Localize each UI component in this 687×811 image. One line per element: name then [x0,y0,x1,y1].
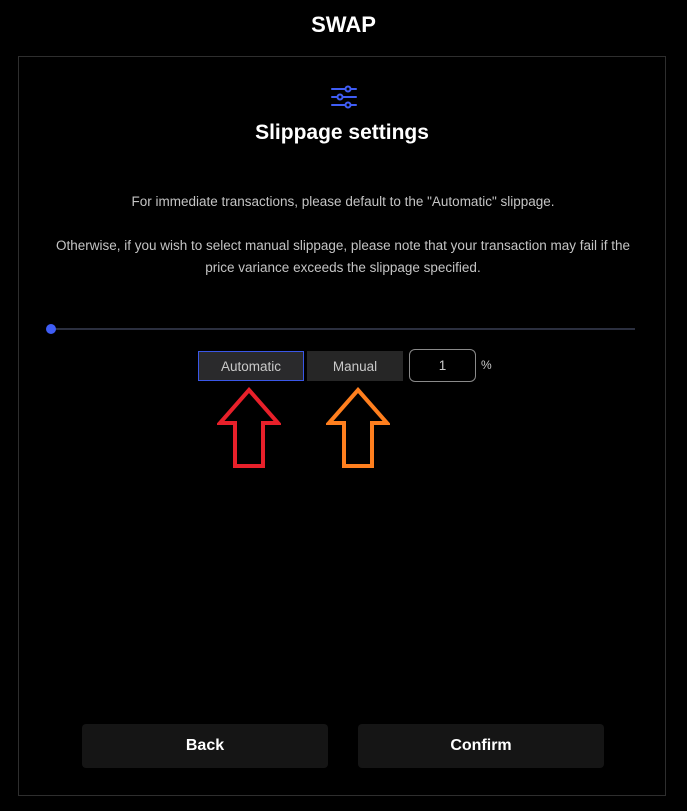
percent-unit: % [481,358,492,372]
description-text: For immediate transactions, please defau… [131,194,555,209]
slippage-slider-thumb[interactable] [46,324,56,334]
slippage-percent-input[interactable] [409,349,476,382]
section-heading: Slippage settings [255,121,429,144]
manual-button[interactable]: Manual [307,351,403,381]
page-title: SWAP [311,12,376,37]
red-arrow-up-icon [217,387,281,468]
orange-arrow-up-icon [326,387,390,468]
warning-text: Otherwise, if you wish to select manual … [55,238,631,275]
sliders-icon [331,85,357,109]
confirm-button[interactable]: Confirm [358,724,604,768]
slippage-slider-track[interactable] [51,328,635,330]
automatic-button[interactable]: Automatic [198,351,304,381]
back-button[interactable]: Back [82,724,328,768]
slippage-settings-panel: Slippage settings For immediate transact… [18,56,666,796]
